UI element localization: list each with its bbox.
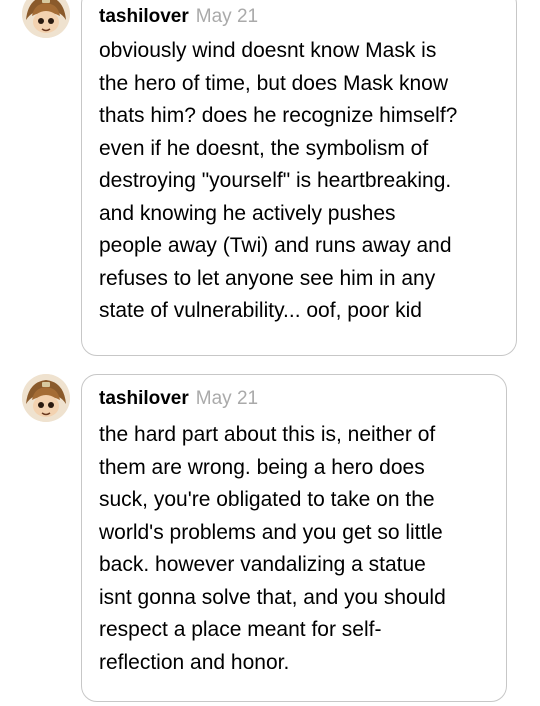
comment-text: the hard part about this is, neither of … [99, 419, 509, 679]
comment-date[interactable]: May 21 [196, 6, 258, 27]
comment-text-line: and knowing he actively pushes [99, 201, 396, 225]
comment-bubble: tashilover May 21 obviously wind doesnt k… [81, 0, 517, 356]
comment-text-line: thats him? does he recognize himself? [99, 104, 458, 127]
comment-text-line: suck, you're obligated to take on the [99, 488, 435, 511]
comment-text-line: refuses to let anyone see him in any [99, 266, 436, 290]
comment-bubble: tashilover May 21 the hard part about thi… [81, 374, 507, 702]
comment-text-line: state of vulnerability... oof, poor kid [99, 299, 422, 322]
comment-text-line: the hero of time, but does Mask know [99, 71, 449, 95]
brown-haired-character-avatar-icon [22, 0, 70, 38]
avatar[interactable] [22, 374, 70, 422]
comment-text-line: respect a place meant for self- [99, 618, 382, 641]
comment-meta: tashilover May 21 [99, 388, 258, 410]
comment-text-line: the hard part about this is, neither of [99, 423, 436, 446]
comment-text-line: world's problems and you get so little [99, 520, 443, 544]
comment-text-line: even if he doesnt, the symbolism of [99, 136, 429, 160]
comment-text-line: them are wrong. being a hero does [99, 455, 425, 479]
comment-item: tashilover May 21 obviously wind doesnt k… [0, 0, 540, 360]
username-link[interactable]: tashilover [99, 6, 189, 27]
comment-date[interactable]: May 21 [196, 388, 258, 409]
comment-text-line: isnt gonna solve that, and you should [99, 585, 446, 609]
comment-text-line: people away (Twi) and runs away and [99, 234, 452, 257]
comment-item: tashilover May 21 the hard part about thi… [0, 374, 540, 706]
comment-text-line: back. however vandalizing a statue [99, 553, 426, 576]
comment-text-line: destroying "yourself" is heartbreaking. [99, 169, 452, 192]
comment-text-line: reflection and honor. [99, 650, 290, 674]
comment-text: obviously wind doesnt know Mask is the h… [99, 35, 509, 328]
username-link[interactable]: tashilover [99, 388, 189, 409]
comment-meta: tashilover May 21 [99, 6, 258, 28]
avatar[interactable] [22, 0, 70, 38]
brown-haired-character-avatar-icon [22, 374, 70, 422]
comment-text-line: obviously wind doesnt know Mask is [99, 39, 437, 62]
